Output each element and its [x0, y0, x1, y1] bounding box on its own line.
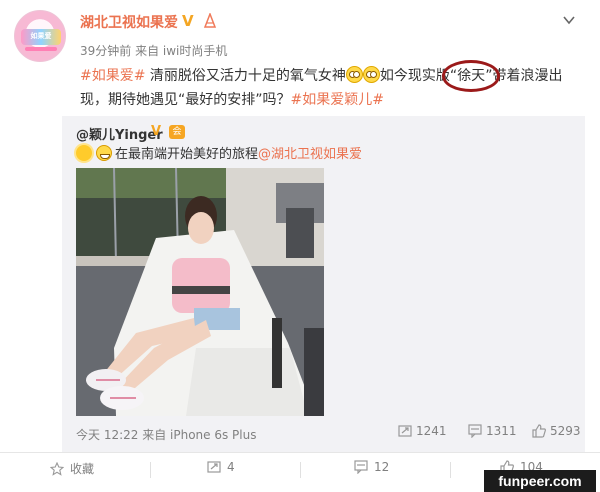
verified-icon: V — [182, 12, 194, 30]
star-icon — [50, 462, 64, 476]
repost-text: 在最南端开始美好的旅程@湖北卫视如果爱 — [76, 144, 362, 166]
comment-count-button[interactable]: 1311 — [468, 424, 517, 438]
grin-emoji-icon — [96, 145, 112, 161]
comment-button[interactable]: 12 — [354, 460, 389, 474]
thumbs-up-icon — [532, 424, 546, 438]
comment-icon — [354, 460, 368, 474]
level-icon — [203, 13, 217, 28]
avatar[interactable]: 如果爱 — [14, 10, 66, 62]
vip-icon: 会 — [169, 125, 185, 139]
sun-icon — [76, 145, 92, 161]
emoji-icon — [362, 66, 380, 83]
hashtag-link[interactable]: #如果爱# — [80, 68, 145, 84]
repost-icon — [207, 461, 221, 473]
show-logo-text: 如果爱 — [30, 32, 52, 40]
highlighted-name: “徐天” — [441, 60, 501, 92]
post-text: #如果爱# 清丽脱俗又活力十足的氧气女神 如今现实版“徐天” 带着浪漫出现，期待她遇… — [80, 60, 585, 112]
repost-icon — [398, 425, 412, 437]
emoji-icon — [345, 66, 363, 83]
watermark: funpeer.com — [484, 470, 596, 492]
highlight-circle — [441, 60, 501, 92]
comment-icon — [468, 424, 482, 438]
mention-link[interactable]: @湖北卫视如果爱 — [258, 147, 362, 162]
favorite-button[interactable]: 收藏 — [50, 460, 94, 477]
repost-photo[interactable] — [76, 168, 324, 416]
post-text-part: 如今现实版 — [379, 68, 450, 84]
repost-card[interactable]: @颖儿Yinger V 会 在最南端开始美好的旅程@湖北卫视如果爱 今天 12:… — [62, 116, 585, 452]
logo-ribbon — [25, 47, 57, 51]
verified-icon: V — [151, 124, 162, 139]
post-meta: 39分钟前 来自 iwi时尚手机 — [80, 44, 228, 58]
author-name[interactable]: 湖北卫视如果爱 — [80, 12, 178, 32]
like-count-button[interactable]: 5293 — [532, 424, 581, 438]
repost-count-button[interactable]: 1241 — [398, 424, 447, 438]
repost-user[interactable]: @颖儿Yinger — [76, 124, 163, 143]
action-separator — [150, 462, 151, 478]
action-separator — [300, 462, 301, 478]
action-separator — [450, 462, 451, 478]
repost-button[interactable]: 4 — [207, 460, 235, 474]
chevron-down-icon[interactable] — [561, 12, 577, 28]
repost-meta: 今天 12:22 来自 iPhone 6s Plus — [76, 428, 257, 442]
action-bar-divider — [0, 452, 600, 453]
hashtag-link[interactable]: #如果爱颖儿# — [291, 92, 384, 108]
post-text-part: 清丽脱俗又活力十足的氧气女神 — [145, 68, 346, 84]
